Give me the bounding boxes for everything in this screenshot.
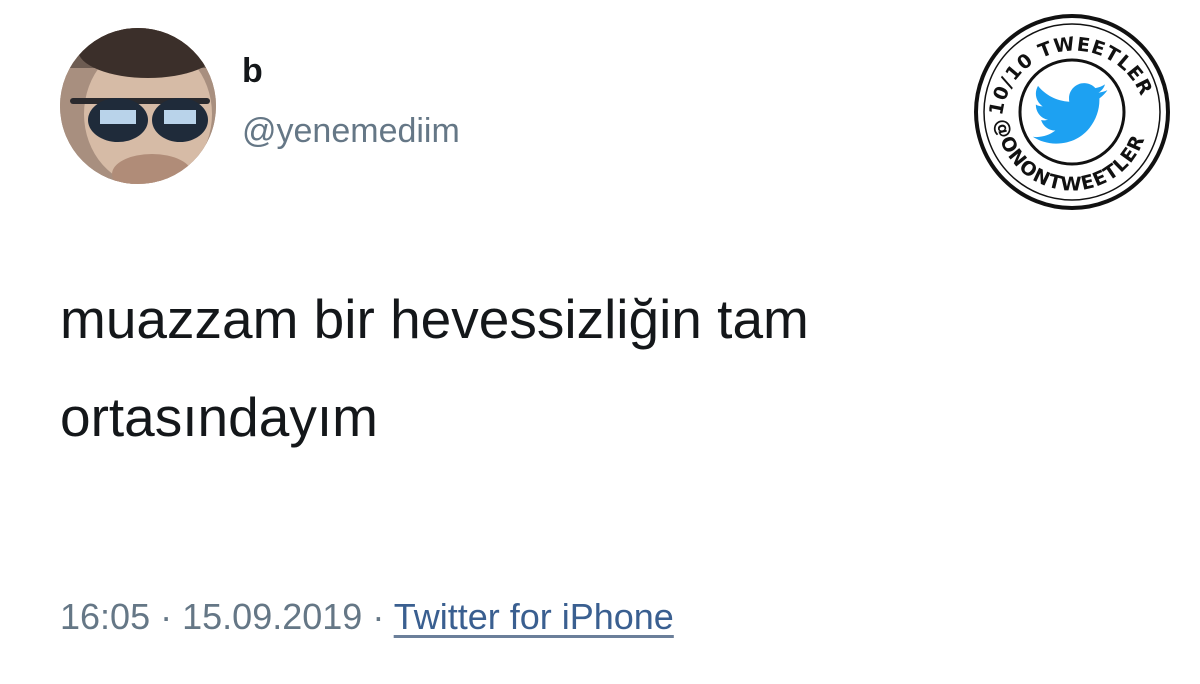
display-name[interactable]: b xyxy=(242,52,263,91)
tweet-time: 16:05 xyxy=(60,596,151,637)
meta-separator-2: · xyxy=(372,596,385,637)
avatar[interactable] xyxy=(60,28,216,184)
avatar-photo xyxy=(60,28,216,184)
tweet-card: b @yenemediim 10/10 TWEETLER @ONONTWEETL… xyxy=(0,0,1200,684)
user-handle[interactable]: @yenemediim xyxy=(242,112,460,151)
tweet-source-link[interactable]: Twitter for iPhone xyxy=(394,596,674,637)
tweet-text: muazzam bir hevessizliğin tam ortasınday… xyxy=(60,270,1140,466)
watermark-badge: 10/10 TWEETLER @ONONTWEETLER xyxy=(972,10,1172,214)
tweet-date: 15.09.2019 xyxy=(182,596,363,637)
meta-separator-1: · xyxy=(160,596,173,637)
tweet-text-line-2: ortasındayım xyxy=(60,386,378,448)
tweet-meta: 16:05 · 15.09.2019 · Twitter for iPhone xyxy=(60,596,674,638)
tweet-text-line-1: muazzam bir hevessizliğin tam xyxy=(60,288,809,350)
